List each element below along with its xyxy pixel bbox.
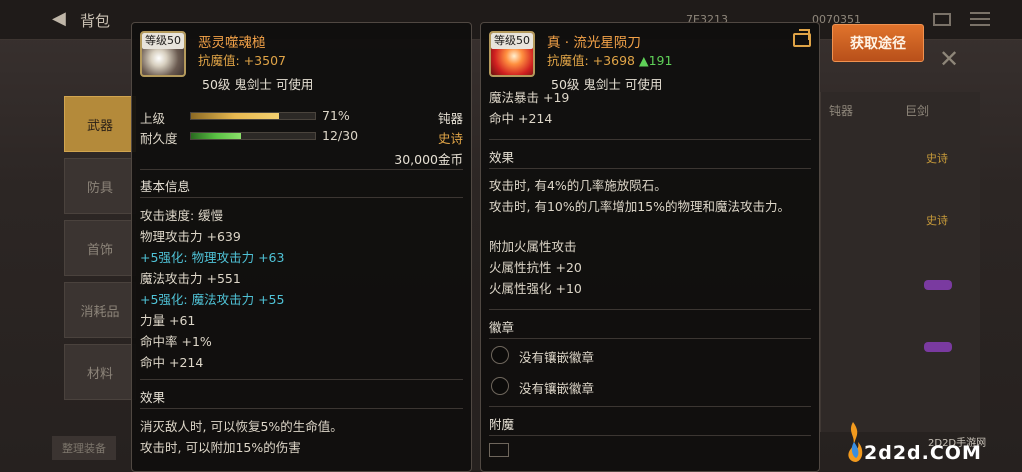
tab-weapon[interactable]: 武器 xyxy=(64,96,136,152)
flame-logo-icon xyxy=(848,422,863,462)
divider xyxy=(489,139,811,140)
stat-line: 命中 +214 xyxy=(489,111,553,126)
divider xyxy=(489,168,811,169)
stat-line-enhance: +5强化: 物理攻击力 +63 xyxy=(140,250,285,265)
emblem-slot-label: 没有镶嵌徽章 xyxy=(519,381,595,396)
item-name: 真 · 流光星陨刀 xyxy=(547,35,641,51)
item-tooltip-equipped: 等级50 恶灵噬魂槌 抗魔值: +3507 50级 鬼剑士 可使用 上级 71%… xyxy=(131,22,472,472)
stat-line: 魔法暴击 +19 xyxy=(489,90,570,105)
stat-line: 攻击速度: 缓慢 xyxy=(140,208,224,223)
grade-percent: 71% xyxy=(322,108,350,123)
effect-line: 攻击时, 可以附加15%的伤害 xyxy=(140,440,301,455)
tab-consumable[interactable]: 消耗品 xyxy=(64,282,136,338)
tab-material[interactable]: 材料 xyxy=(64,344,136,400)
fire-attack-title: 附加火属性攻击 xyxy=(489,239,577,254)
divider xyxy=(489,338,811,339)
category-tabs: 武器 防具 首饰 消耗品 材料 xyxy=(64,96,136,406)
durability-label: 耐久度 xyxy=(140,131,178,146)
effect-line: 攻击时, 有10%的几率增加15%的物理和魔法攻击力。 xyxy=(489,199,791,214)
durability-value: 12/30 xyxy=(322,128,359,143)
stat-line: 命中 +214 xyxy=(140,355,204,370)
divider xyxy=(140,169,463,170)
level-badge: 等级50 xyxy=(142,33,184,49)
share-icon[interactable] xyxy=(793,33,811,47)
level-badge: 等级50 xyxy=(491,33,533,49)
effect-line: 消灭敌人时, 可以恢复5%的生命值。 xyxy=(140,419,343,434)
inventory-list: 钝器 巨剑 史诗 史诗 xyxy=(820,92,980,432)
acquire-route-button[interactable]: 获取途径 xyxy=(832,24,924,62)
divider xyxy=(140,379,463,380)
stat-line: 力量 +61 xyxy=(140,313,196,328)
divider xyxy=(140,408,463,409)
usable-class: 50级 鬼剑士 可使用 xyxy=(202,77,314,92)
grade-bar xyxy=(190,112,316,120)
divider xyxy=(489,406,811,407)
resist-increase: ▲191 xyxy=(638,53,673,68)
item-tooltip-compare: 等级50 真 · 流光星陨刀 抗魔值: +3698 ▲191 50级 鬼剑士 可… xyxy=(480,22,820,472)
effect-line: 攻击时, 有4%的几率施放陨石。 xyxy=(489,178,667,193)
tab-armor[interactable]: 防具 xyxy=(64,158,136,214)
list-header-greatsword: 巨剑 xyxy=(905,104,930,118)
stat-line: 命中率 +1% xyxy=(140,334,212,349)
effect-title: 效果 xyxy=(140,390,166,405)
item-icon-hammer: 等级50 xyxy=(140,31,186,77)
fire-stat-line: 火属性强化 +10 xyxy=(489,281,582,296)
enchant-slot-icon xyxy=(489,443,509,457)
list-tag-epic: 史诗 xyxy=(926,214,948,227)
divider xyxy=(489,309,811,310)
list-tag-rare xyxy=(924,280,952,290)
item-name: 恶灵噬魂槌 xyxy=(198,35,266,51)
fire-stat-line: 火属性抗性 +20 xyxy=(489,260,582,275)
weapon-type: 钝器 xyxy=(437,111,463,126)
divider xyxy=(489,435,811,436)
page-title: 背包 xyxy=(80,12,111,30)
item-icon-sword: 等级50 xyxy=(489,31,535,77)
list-tag-rare xyxy=(924,342,952,352)
list-header-blunt: 钝器 xyxy=(829,104,854,118)
tab-accessory[interactable]: 首饰 xyxy=(64,220,136,276)
stat-line-enhance: +5强化: 魔法攻击力 +55 xyxy=(140,292,285,307)
emblem-slot-label: 没有镶嵌徽章 xyxy=(519,350,595,365)
basic-info-title: 基本信息 xyxy=(140,179,191,194)
watermark-text: 2d2d.COM xyxy=(864,442,982,464)
grade-label: 上级 xyxy=(140,111,166,126)
stat-line: 物理攻击力 +639 xyxy=(140,229,241,244)
list-tag-epic: 史诗 xyxy=(926,152,948,165)
mail-icon[interactable] xyxy=(933,13,951,26)
price: 30,000金币 xyxy=(394,152,463,167)
menu-icon[interactable] xyxy=(970,12,990,26)
emblem-title: 徽章 xyxy=(489,320,515,335)
stat-line: 魔法攻击力 +551 xyxy=(140,271,241,286)
effect-title: 效果 xyxy=(489,150,515,165)
site-watermark: 2D2D手游网 2d2d.COM xyxy=(840,418,1020,472)
resist-value: 抗魔值: +3507 xyxy=(198,53,286,68)
divider xyxy=(140,197,463,198)
emblem-slot-icon xyxy=(491,377,509,395)
back-arrow-icon[interactable]: ◀ xyxy=(52,10,70,28)
resist-value: 抗魔值: +3698 ▲191 xyxy=(547,53,673,68)
sort-button[interactable]: 整理装备 xyxy=(52,436,116,460)
rarity-label: 史诗 xyxy=(437,131,463,146)
enchant-title: 附魔 xyxy=(489,417,515,432)
emblem-slot-icon xyxy=(491,346,509,364)
close-icon[interactable]: ✕ xyxy=(936,46,962,72)
durability-bar xyxy=(190,132,316,140)
